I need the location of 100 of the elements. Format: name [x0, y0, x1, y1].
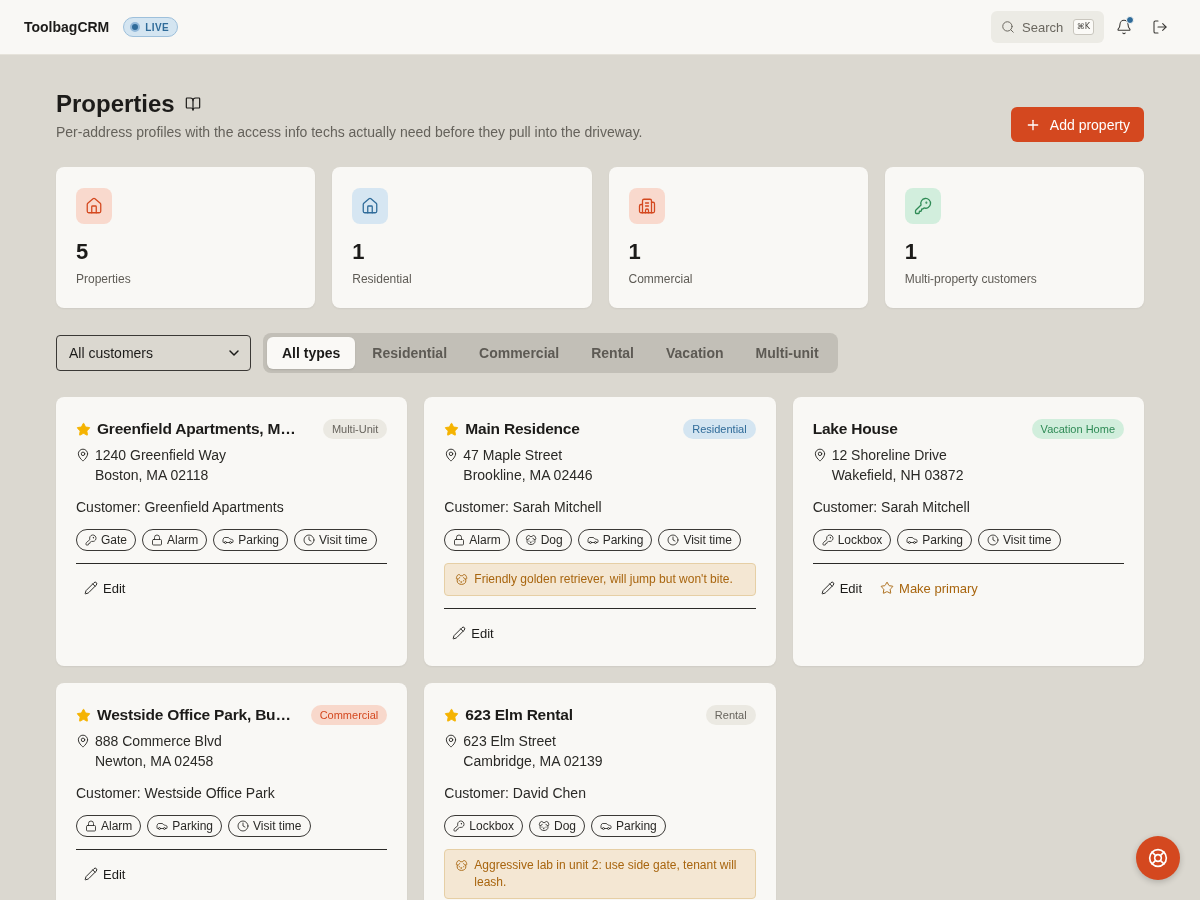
house-icon: [76, 188, 112, 224]
property-name: Main Residence: [465, 420, 580, 438]
house-icon: [352, 188, 389, 224]
clock-icon: [303, 534, 316, 546]
customer-text: Customer: Greenfield Apartments: [76, 498, 285, 517]
car-icon: [222, 534, 235, 546]
chip-label: Dog: [554, 818, 577, 834]
property-name: Lake House: [812, 420, 898, 438]
property-type-tag: Multi-Unit: [322, 419, 388, 439]
clock-icon: [987, 534, 1000, 546]
type-tab[interactable]: All types: [267, 337, 356, 369]
address-line: Wakefield, NH 03872: [831, 466, 964, 485]
search-icon: [1001, 20, 1015, 34]
chip-label: Dog: [540, 532, 563, 548]
customer-text: Customer: David Chen: [444, 784, 587, 803]
chip-label: Parking: [602, 532, 644, 548]
chip-label: Parking: [922, 532, 964, 548]
make-primary-button[interactable]: Make primary: [872, 574, 986, 602]
car-icon: [586, 534, 599, 546]
map-pin-icon: [76, 448, 90, 462]
status-label: LIVE: [145, 21, 170, 33]
lock-icon: [453, 534, 466, 546]
chip-label: Visit time: [683, 532, 732, 548]
stat-value: 1: [352, 238, 366, 266]
edit-button[interactable]: Edit: [76, 860, 134, 888]
chip-label: Alarm: [101, 818, 133, 834]
map-pin-icon: [444, 734, 459, 748]
type-tab[interactable]: Vacation: [651, 337, 739, 369]
map-pin-icon: [76, 734, 90, 748]
address-line: Cambridge, MA 02139: [463, 752, 603, 771]
customer-text: Customer: Sarah Mitchell: [444, 498, 603, 517]
property-type-tag: Commercial: [310, 705, 388, 725]
customer-text: Customer: Sarah Mitchell: [812, 498, 971, 517]
customer-text: Customer: Westside Office Park: [76, 784, 276, 803]
app-logo: ToolbagCRM: [24, 19, 110, 35]
star-outline-icon: [880, 581, 895, 595]
clock-icon: [237, 820, 250, 832]
stat-value: 1: [904, 238, 918, 266]
car-icon: [156, 820, 169, 832]
address-line: Boston, MA 02118: [95, 466, 210, 485]
lock-icon: [85, 820, 97, 832]
chip-label: Alarm: [469, 532, 501, 548]
edit-button[interactable]: Edit: [444, 619, 502, 647]
help-button[interactable]: [1136, 836, 1180, 880]
search-button[interactable]: Search ⌘K: [991, 11, 1104, 43]
map-pin-icon: [812, 448, 827, 462]
book-icon[interactable]: [184, 96, 201, 112]
page-title: Properties: [56, 89, 175, 119]
pencil-icon: [452, 626, 467, 640]
note-text: Aggressive lab in unit 2: use side gate, tenant will leash.: [474, 857, 738, 891]
page-subtitle: Per-address profiles with the access info techs actually need before they pull into the driveway.: [56, 123, 643, 142]
dog-icon: [538, 820, 551, 832]
stat-value: 1: [628, 238, 642, 266]
property-type-tag: Vacation Home: [1031, 419, 1124, 439]
edit-button[interactable]: Edit: [812, 574, 871, 602]
dog-icon: [455, 859, 469, 872]
property-name: Westside Office Park, Bu…: [97, 706, 291, 724]
address-line: 12 Shoreline Drive: [831, 446, 948, 465]
car-icon: [906, 534, 919, 546]
pencil-icon: [84, 867, 98, 881]
type-tab[interactable]: Multi-unit: [740, 337, 834, 369]
stat-label: Multi-property customers: [904, 271, 1038, 287]
property-type-tag: Residential: [683, 419, 756, 439]
map-pin-icon: [444, 448, 459, 462]
stat-label: Residential: [352, 271, 413, 287]
clock-icon: [667, 534, 680, 546]
live-dot-icon: [130, 22, 141, 32]
chip-label: Lockbox: [469, 818, 515, 834]
key-icon: [85, 534, 97, 546]
building-icon: [628, 188, 665, 224]
property-name: Greenfield Apartments, M…: [97, 420, 296, 438]
lock-icon: [151, 534, 163, 546]
bell-icon: [1116, 19, 1132, 35]
chip-label: Lockbox: [837, 532, 883, 548]
car-icon: [600, 820, 613, 832]
address-line: Newton, MA 02458: [95, 752, 215, 771]
logout-icon: [1152, 19, 1168, 35]
address-line: 47 Maple Street: [463, 446, 564, 465]
chip-label: Parking: [616, 818, 657, 834]
type-tab[interactable]: Commercial: [464, 337, 575, 369]
chip-label: Visit time: [319, 532, 368, 548]
chip-label: Alarm: [167, 532, 199, 548]
add-property-button[interactable]: Add property: [1010, 107, 1144, 142]
address-line: Brookline, MA 02446: [463, 466, 593, 485]
stat-label: Commercial: [628, 271, 694, 287]
type-tab[interactable]: Rental: [576, 337, 649, 369]
chip-label: Visit time: [1003, 532, 1052, 548]
key-icon: [904, 188, 941, 224]
stat-value: 5: [76, 238, 90, 266]
dog-icon: [524, 534, 537, 546]
customer-select[interactable]: All customers: [56, 335, 251, 371]
address-line: 623 Elm Street: [463, 732, 557, 751]
shortcut-key: ⌘K: [1072, 19, 1094, 35]
stat-label: Properties: [76, 271, 132, 287]
chip-label: Parking: [172, 818, 214, 834]
note-text: Friendly golden retriever, will jump but won't bite.: [474, 571, 733, 588]
type-tab[interactable]: Residential: [357, 337, 463, 369]
pencil-icon: [820, 581, 835, 595]
key-icon: [821, 534, 834, 546]
edit-button[interactable]: Edit: [76, 574, 134, 602]
